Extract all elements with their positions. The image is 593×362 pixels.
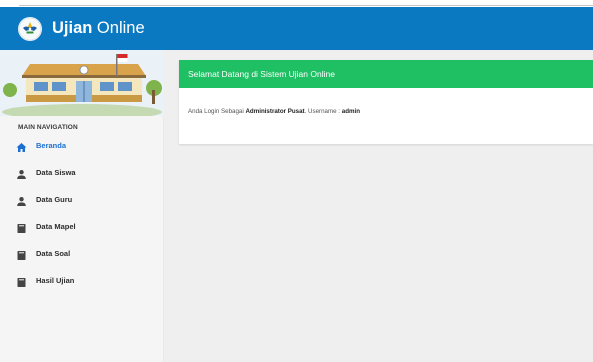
nav-section-header: MAIN NAVIGATION	[18, 124, 78, 131]
sidebar-item-data-soal[interactable]: Data Soal	[0, 241, 164, 267]
app-title-rest: Online	[92, 19, 145, 37]
welcome-card-header: Selamat Datang di Sistem Ujian Online	[179, 60, 593, 88]
top-border	[0, 0, 593, 6]
main-content: Selamat Datang di Sistem Ujian Online An…	[164, 50, 593, 362]
sidebar-item-label: Data Siswa	[36, 168, 76, 177]
sidebar-item-data-guru[interactable]: Data Guru	[0, 187, 164, 213]
sidebar-item-label: Beranda	[36, 141, 67, 150]
sidebar: MAIN NAVIGATION Beranda Data Siswa Data …	[0, 50, 164, 362]
home-icon	[16, 140, 27, 152]
tut-wuri-logo-icon[interactable]	[18, 17, 42, 41]
sidebar-item-label: Data Soal	[36, 249, 71, 258]
welcome-title: Selamat Datang di Sistem Ujian Online	[188, 69, 335, 79]
login-username: admin	[341, 108, 360, 115]
sidebar-item-data-siswa[interactable]: Data Siswa	[0, 160, 164, 186]
top-navbar: Ujian Online	[0, 7, 593, 50]
app-title[interactable]: Ujian Online	[52, 18, 145, 38]
sidebar-item-label: Data Mapel	[36, 222, 76, 231]
book-icon	[16, 248, 27, 260]
welcome-card: Selamat Datang di Sistem Ujian Online An…	[179, 60, 593, 144]
book-icon	[16, 221, 27, 233]
book-icon	[16, 275, 27, 287]
login-role: Administrator Pusat	[245, 108, 305, 115]
login-info: Anda Login Sebagai Administrator Pusat. …	[188, 108, 360, 115]
school-building-image	[0, 50, 164, 120]
sidebar-item-label: Hasil Ujian	[36, 276, 75, 285]
user-icon	[16, 167, 27, 179]
sidebar-item-data-mapel[interactable]: Data Mapel	[0, 214, 164, 240]
sidebar-item-hasil-ujian[interactable]: Hasil Ujian	[0, 268, 164, 294]
login-prefix: Anda Login Sebagai	[188, 108, 246, 115]
username-prefix: . Username :	[304, 108, 342, 115]
app-title-bold: Ujian	[52, 19, 93, 37]
sidebar-item-beranda[interactable]: Beranda	[0, 133, 164, 159]
sidebar-item-label: Data Guru	[36, 195, 73, 204]
user-icon	[16, 194, 27, 206]
